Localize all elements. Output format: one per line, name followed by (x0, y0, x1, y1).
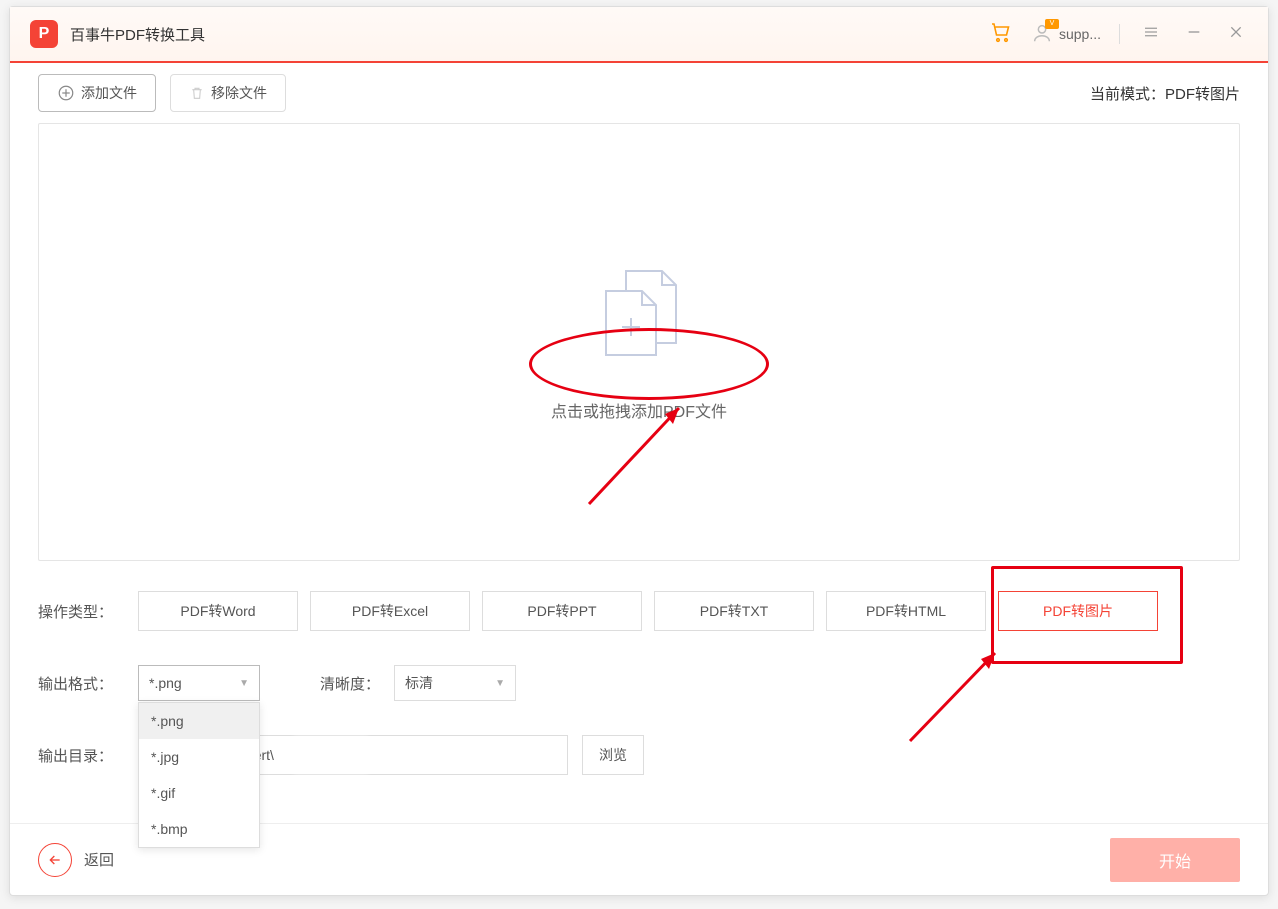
format-option-png[interactable]: *.png (139, 703, 259, 739)
format-option-bmp[interactable]: *.bmp (139, 811, 259, 847)
arrow-left-icon (38, 843, 72, 877)
user-label: supp... (1059, 26, 1101, 42)
plus-circle-icon (57, 84, 75, 102)
output-format-row: 输出格式： *.png ▼ *.png *.jpg *.gif *.bmp 清晰… (38, 665, 1240, 701)
documents-icon (584, 263, 694, 368)
format-option-jpg[interactable]: *.jpg (139, 739, 259, 775)
chevron-down-icon: ▼ (495, 678, 505, 689)
op-pdf-to-word[interactable]: PDF转Word (138, 591, 298, 631)
vip-badge-icon: V (1045, 19, 1059, 29)
add-file-label: 添加文件 (81, 83, 137, 103)
file-dropzone[interactable]: 点击或拖拽添加PDF文件 (38, 123, 1240, 561)
op-pdf-to-image[interactable]: PDF转图片 (998, 591, 1158, 631)
divider (1119, 24, 1120, 44)
trash-icon (189, 85, 205, 101)
operation-label: 操作类型： (38, 601, 138, 622)
browse-button[interactable]: 浏览 (582, 735, 644, 775)
menu-icon[interactable] (1138, 19, 1164, 50)
add-file-button[interactable]: 添加文件 (38, 74, 156, 112)
format-option-gif[interactable]: *.gif (139, 775, 259, 811)
start-button[interactable]: 开始 (1110, 838, 1240, 882)
close-icon[interactable] (1224, 20, 1248, 49)
clarity-label: 清晰度： (320, 673, 380, 694)
minimize-icon[interactable] (1182, 20, 1206, 49)
dropzone-text: 点击或拖拽添加PDF文件 (551, 398, 727, 422)
output-format-value: *.png (149, 675, 182, 691)
op-pdf-to-txt[interactable]: PDF转TXT (654, 591, 814, 631)
back-button[interactable]: 返回 (38, 843, 114, 877)
output-format-label: 输出格式： (38, 673, 138, 694)
app-logo-icon: P (30, 20, 58, 48)
redacted-area (294, 737, 368, 773)
app-window: P 百事牛PDF转换工具 V supp... (9, 6, 1269, 896)
clarity-value: 标清 (405, 673, 433, 693)
remove-file-label: 移除文件 (211, 83, 267, 103)
op-pdf-to-ppt[interactable]: PDF转PPT (482, 591, 642, 631)
back-label: 返回 (84, 849, 114, 870)
clarity-select[interactable]: 标清 ▼ (394, 665, 516, 701)
output-format-dropdown: *.png *.jpg *.gif *.bmp (138, 702, 260, 848)
user-account[interactable]: V supp... (1031, 22, 1101, 47)
current-mode: 当前模式：PDF转图片 (1090, 83, 1240, 104)
titlebar: P 百事牛PDF转换工具 V supp... (10, 7, 1268, 63)
chevron-down-icon: ▼ (239, 678, 249, 689)
op-pdf-to-html[interactable]: PDF转HTML (826, 591, 986, 631)
options-panel: 操作类型： PDF转Word PDF转Excel PDF转PPT PDF转TXT… (10, 561, 1268, 775)
app-title: 百事牛PDF转换工具 (70, 24, 205, 45)
operation-type-row: 操作类型： PDF转Word PDF转Excel PDF转PPT PDF转TXT… (38, 591, 1240, 631)
output-format-select[interactable]: *.png ▼ *.png *.jpg *.gif *.bmp (138, 665, 260, 701)
op-pdf-to-excel[interactable]: PDF转Excel (310, 591, 470, 631)
toolbar: 添加文件 移除文件 当前模式：PDF转图片 (10, 63, 1268, 123)
remove-file-button[interactable]: 移除文件 (170, 74, 286, 112)
user-icon: V (1031, 22, 1053, 47)
cart-icon[interactable] (989, 20, 1013, 49)
output-dir-label: 输出目录： (38, 745, 138, 766)
